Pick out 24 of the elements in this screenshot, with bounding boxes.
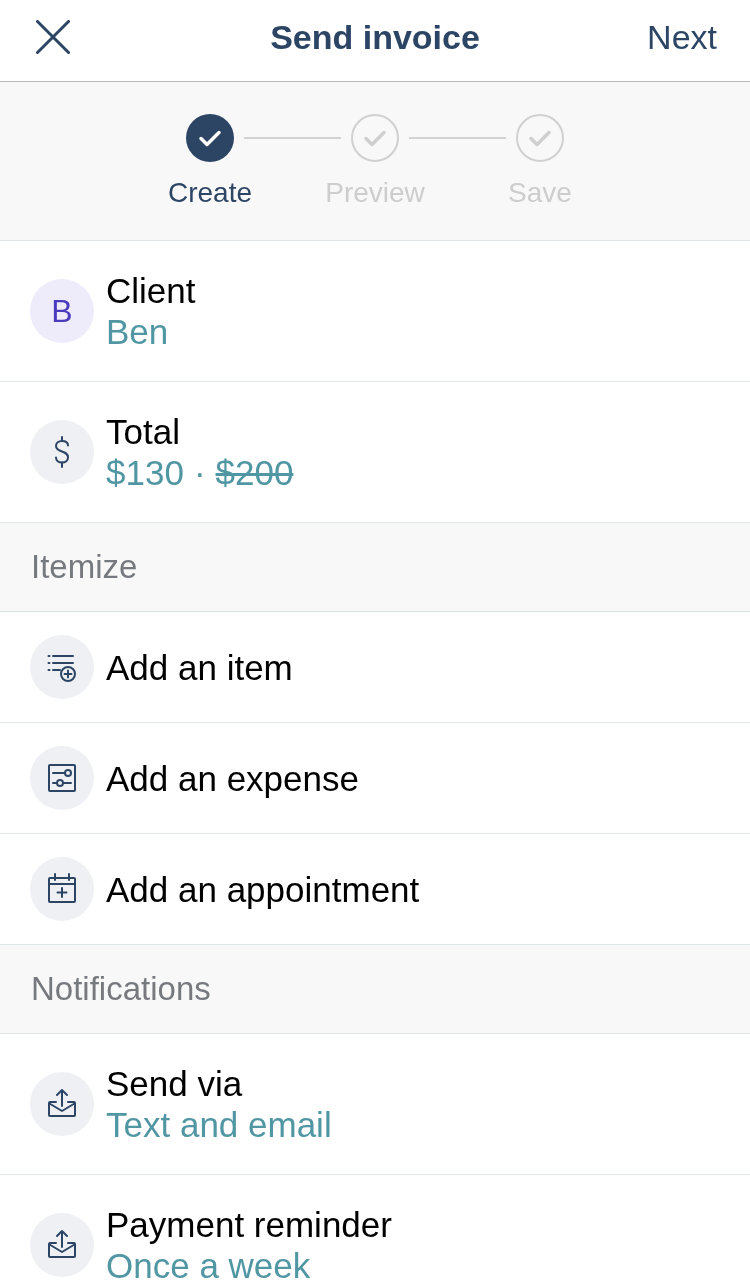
step-label: Create — [168, 177, 253, 209]
row-label: Add an item — [106, 646, 293, 688]
calendar-plus-icon — [30, 857, 94, 921]
row-value: Ben — [106, 311, 169, 352]
row-label: Payment reminder — [106, 1204, 392, 1245]
close-icon — [36, 20, 70, 54]
row-value: Text and email — [106, 1104, 332, 1145]
section-title: Itemize — [31, 547, 138, 587]
row-label: Add an expense — [106, 757, 359, 799]
amount-separator: · — [193, 452, 206, 493]
list-plus-icon — [30, 635, 94, 699]
row-label: Add an appointment — [106, 868, 420, 910]
next-button[interactable]: Next — [647, 17, 717, 57]
row-label: Send via — [106, 1063, 243, 1104]
client-avatar: B — [30, 279, 94, 343]
current-amount: $130 — [106, 452, 184, 493]
original-amount: $200 — [215, 452, 294, 493]
screen-title: Send invoice — [270, 17, 480, 57]
dollar-icon — [30, 420, 94, 484]
row-label: Client — [106, 270, 196, 311]
slider-box-icon — [30, 746, 94, 810]
row-value: Once a week — [106, 1245, 311, 1286]
row-label: Total — [106, 411, 180, 452]
section-title: Notifications — [31, 969, 211, 1009]
